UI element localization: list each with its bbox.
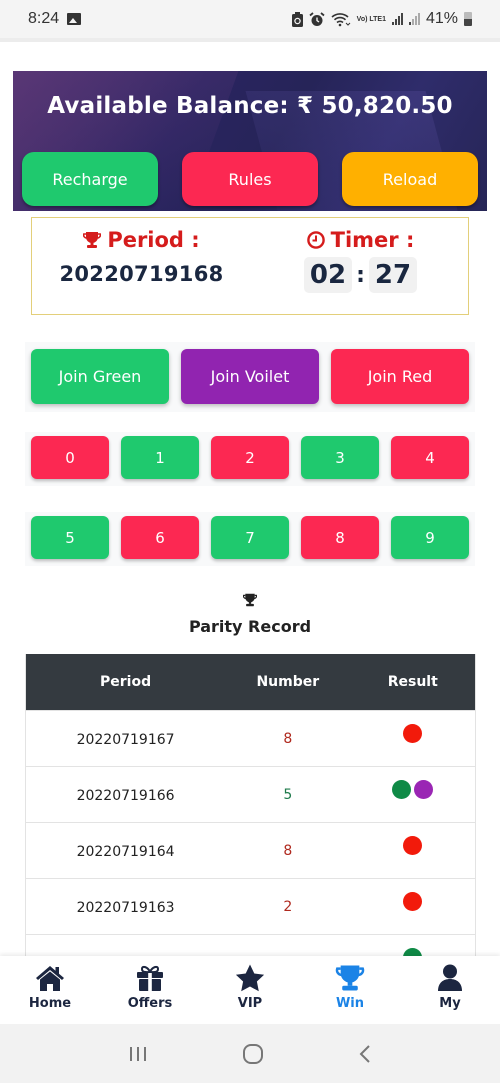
system-navigation-bar bbox=[0, 1024, 500, 1083]
bottom-navigation: Home Offers VIP Win My bbox=[0, 956, 500, 1024]
period-label: Period : bbox=[107, 228, 200, 252]
countdown-timer: 02 : 27 bbox=[251, 257, 470, 293]
number-button-1[interactable]: 1 bbox=[121, 436, 199, 479]
home-button-icon[interactable] bbox=[242, 1043, 264, 1065]
reload-button[interactable]: Reload bbox=[342, 152, 478, 206]
wifi-icon bbox=[331, 12, 351, 26]
table-row: 20220719167 8 bbox=[26, 710, 475, 766]
table-row: 20220719163 2 bbox=[26, 878, 475, 934]
join-red-button[interactable]: Join Red bbox=[331, 349, 469, 404]
join-buttons-row: Join Green Join Voilet Join Red bbox=[25, 342, 475, 412]
parity-record-header: Parity Record bbox=[0, 592, 500, 636]
nav-my[interactable]: My bbox=[400, 956, 500, 1024]
table-header: Period Number Result bbox=[26, 654, 475, 710]
result-dot-green bbox=[403, 948, 423, 956]
win-page: Available Balance: ₹ 50,820.50 Recharge … bbox=[0, 38, 500, 956]
timer-separator: : bbox=[356, 262, 365, 288]
battery-icon bbox=[464, 12, 472, 26]
table-row: 20220719166 5 bbox=[26, 766, 475, 822]
battery-percent: 41% bbox=[425, 10, 458, 27]
timer-label: Timer : bbox=[330, 228, 415, 252]
signal-weak-icon bbox=[408, 13, 420, 25]
row-period: 20220719164 bbox=[76, 844, 175, 860]
number-button-4[interactable]: 4 bbox=[391, 436, 469, 479]
number-button-8[interactable]: 8 bbox=[301, 516, 379, 559]
nav-win[interactable]: Win bbox=[300, 956, 400, 1024]
number-button-9[interactable]: 9 bbox=[391, 516, 469, 559]
result-dot-red bbox=[403, 836, 423, 855]
parity-record-table: Period Number Result 20220719167 8 2022071… bbox=[25, 654, 476, 956]
status-bar: 8:24 Vo) LTE1 41% bbox=[0, 0, 500, 38]
home-icon bbox=[36, 966, 64, 991]
number-buttons-row-1: 0 1 2 3 4 bbox=[25, 432, 475, 486]
number-button-6[interactable]: 6 bbox=[121, 516, 199, 559]
result-dot-violet bbox=[414, 780, 434, 799]
period-value: 20220719168 bbox=[59, 262, 224, 286]
star-icon bbox=[235, 964, 265, 992]
clock-icon bbox=[306, 231, 325, 249]
row-result bbox=[351, 780, 475, 799]
nav-offers[interactable]: Offers bbox=[100, 956, 200, 1024]
battery-saver-icon bbox=[291, 11, 303, 27]
balance-banner: Available Balance: ₹ 50,820.50 Recharge … bbox=[13, 71, 487, 211]
table-row: 20220719164 8 bbox=[26, 822, 475, 878]
image-icon bbox=[67, 13, 82, 25]
timer-seconds: 27 bbox=[368, 257, 418, 293]
result-dot-red bbox=[403, 892, 423, 911]
number-buttons-row-2: 5 6 7 8 9 bbox=[25, 512, 475, 566]
join-violet-button[interactable]: Join Voilet bbox=[181, 349, 319, 404]
available-balance: Available Balance: ₹ 50,820.50 bbox=[47, 93, 453, 119]
row-period: 20220719163 bbox=[76, 900, 175, 916]
result-dot-red bbox=[403, 724, 423, 743]
volte-icon: Vo) LTE1 bbox=[356, 15, 386, 23]
row-number: 2 bbox=[283, 898, 293, 915]
number-button-0[interactable]: 0 bbox=[31, 436, 109, 479]
join-green-button[interactable]: Join Green bbox=[31, 349, 169, 404]
nav-vip[interactable]: VIP bbox=[200, 956, 300, 1024]
trophy-icon bbox=[83, 232, 102, 248]
recharge-button[interactable]: Recharge bbox=[22, 152, 158, 206]
row-number: 8 bbox=[283, 842, 293, 859]
back-icon[interactable] bbox=[357, 1044, 373, 1064]
user-icon bbox=[438, 964, 462, 991]
column-header-result: Result bbox=[387, 674, 438, 690]
row-number: 8 bbox=[283, 730, 293, 747]
recent-apps-icon[interactable] bbox=[127, 1045, 149, 1063]
row-result bbox=[351, 836, 475, 855]
alarm-icon bbox=[309, 11, 325, 26]
trophy-icon bbox=[243, 593, 257, 607]
parity-record-title: Parity Record bbox=[188, 617, 312, 636]
row-period: 20220719167 bbox=[76, 732, 175, 748]
number-button-3[interactable]: 3 bbox=[301, 436, 379, 479]
column-header-number: Number bbox=[256, 674, 320, 690]
status-time: 8:24 bbox=[28, 10, 60, 27]
result-dot-green bbox=[392, 780, 412, 799]
timer-minutes: 02 bbox=[303, 257, 353, 293]
nav-home[interactable]: Home bbox=[0, 956, 100, 1024]
period-timer-box: Period : 20220719168 Timer : 02 : 27 bbox=[31, 217, 469, 315]
column-header-period: Period bbox=[100, 674, 152, 690]
number-button-7[interactable]: 7 bbox=[211, 516, 289, 559]
row-period: 20220719166 bbox=[76, 788, 175, 804]
row-result bbox=[351, 892, 475, 911]
row-number: 5 bbox=[283, 786, 293, 803]
trophy-icon bbox=[335, 965, 365, 991]
number-button-5[interactable]: 5 bbox=[31, 516, 109, 559]
row-result bbox=[351, 724, 475, 743]
table-row: 202207191621 bbox=[26, 934, 475, 956]
gift-icon bbox=[137, 965, 163, 991]
rules-button[interactable]: Rules bbox=[182, 152, 318, 206]
signal-icon bbox=[391, 13, 403, 25]
number-button-2[interactable]: 2 bbox=[211, 436, 289, 479]
